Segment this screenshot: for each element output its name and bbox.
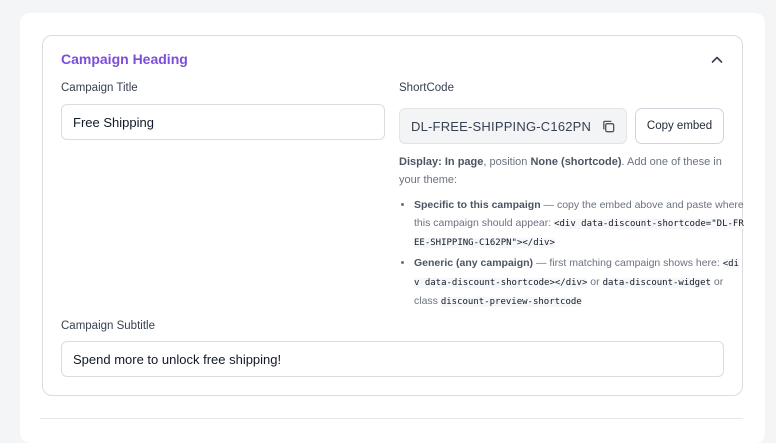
chevron-up-icon[interactable] — [710, 53, 724, 67]
generic-or: or — [587, 276, 603, 288]
display-info: Display: In page, position None (shortco… — [399, 153, 729, 189]
campaign-title-value: Free Shipping — [73, 114, 154, 130]
shortcode-field[interactable]: DL-FREE-SHIPPING-C162PN — [399, 108, 627, 144]
campaign-subtitle-label: Campaign Subtitle — [61, 320, 155, 332]
shortcode-value: DL-FREE-SHIPPING-C162PN — [411, 118, 592, 134]
copy-embed-button[interactable]: Copy embed — [635, 108, 724, 144]
campaign-title-label: Campaign Title — [61, 82, 138, 94]
list-item: Generic (any campaign) — first matching … — [414, 254, 744, 311]
specific-title: Specific to this campaign — [414, 199, 541, 211]
generic-code-class: discount-preview-shortcode — [440, 297, 582, 307]
generic-code-widget: data-discount-widget — [602, 278, 711, 288]
campaign-subtitle-input[interactable]: Spend more to unlock free shipping! — [61, 341, 724, 377]
section-divider — [40, 418, 743, 419]
display-mode: In page — [444, 156, 484, 168]
campaign-heading: Campaign Heading — [61, 51, 188, 67]
campaign-title-input[interactable]: Free Shipping — [61, 104, 385, 140]
copy-icon[interactable] — [601, 119, 616, 134]
embed-instructions-list: Specific to this campaign — copy the emb… — [399, 196, 744, 313]
display-position-text: , position — [483, 156, 528, 168]
campaign-card: Campaign Heading Campaign Title Free Shi… — [42, 35, 744, 396]
display-prefix: Display: — [399, 156, 442, 168]
generic-text: — first matching campaign shows here: — [533, 257, 723, 269]
generic-title: Generic (any campaign) — [414, 257, 534, 269]
list-item: Specific to this campaign — copy the emb… — [414, 196, 744, 252]
shortcode-label: ShortCode — [399, 82, 454, 94]
campaign-subtitle-value: Spend more to unlock free shipping! — [73, 351, 282, 367]
display-position-value: None (shortcode) — [530, 156, 622, 168]
